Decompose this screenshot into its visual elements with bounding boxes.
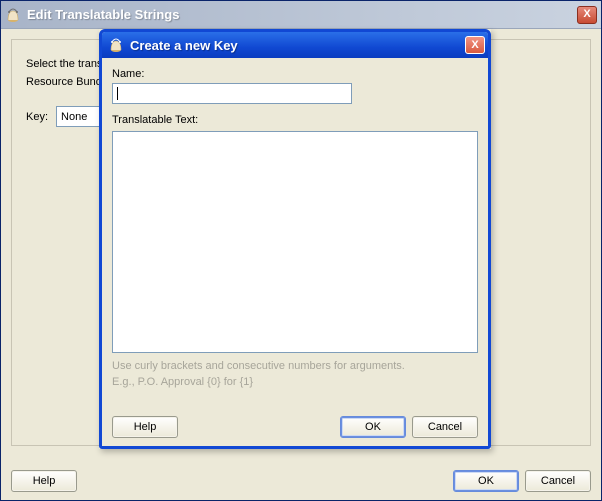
name-input[interactable] [112,83,352,104]
dialog-cancel-button[interactable]: Cancel [412,416,478,438]
dialog-close-button[interactable]: X [465,36,485,54]
hint-line-2: E.g., P.O. Approval {0} for {1} [112,375,478,390]
dialog-frame: Create a new Key X Name: Translatable Te… [99,29,491,449]
key-select-value: None [61,111,87,123]
outer-help-button[interactable]: Help [11,470,77,492]
outer-ok-button[interactable]: OK [453,470,519,492]
dialog-client-area: Name: Translatable Text: Use curly brack… [102,58,488,446]
app-icon [5,7,21,23]
dialog-button-bar: Help OK Cancel [112,390,478,438]
hint-text: Use curly brackets and consecutive numbe… [112,359,478,390]
dialog-ok-button[interactable]: OK [340,416,406,438]
translatable-text-label: Translatable Text: [112,114,478,126]
dialog-help-button[interactable]: Help [112,416,178,438]
close-icon: X [583,9,590,20]
outer-titlebar: Edit Translatable Strings X [1,1,601,29]
outer-window-title: Edit Translatable Strings [27,7,571,22]
outer-window: Edit Translatable Strings X Select the t… [0,0,602,501]
app-icon [108,37,124,53]
text-caret [117,87,118,100]
outer-right-buttons: OK Cancel [453,470,591,492]
outer-close-button[interactable]: X [577,6,597,24]
dialog-titlebar: Create a new Key X [102,32,488,58]
outer-cancel-button[interactable]: Cancel [525,470,591,492]
dialog-title: Create a new Key [130,38,459,53]
name-label: Name: [112,68,478,80]
hint-line-1: Use curly brackets and consecutive numbe… [112,359,478,374]
outer-client-area: Select the transl Resource Bundle Key: N… [1,29,601,500]
dialog-right-buttons: OK Cancel [340,416,478,438]
translatable-text-input[interactable] [112,131,478,353]
outer-button-bar: Help OK Cancel [11,470,591,492]
key-label: Key: [26,111,48,123]
create-key-dialog: Create a new Key X Name: Translatable Te… [99,29,491,449]
close-icon: X [471,39,478,51]
